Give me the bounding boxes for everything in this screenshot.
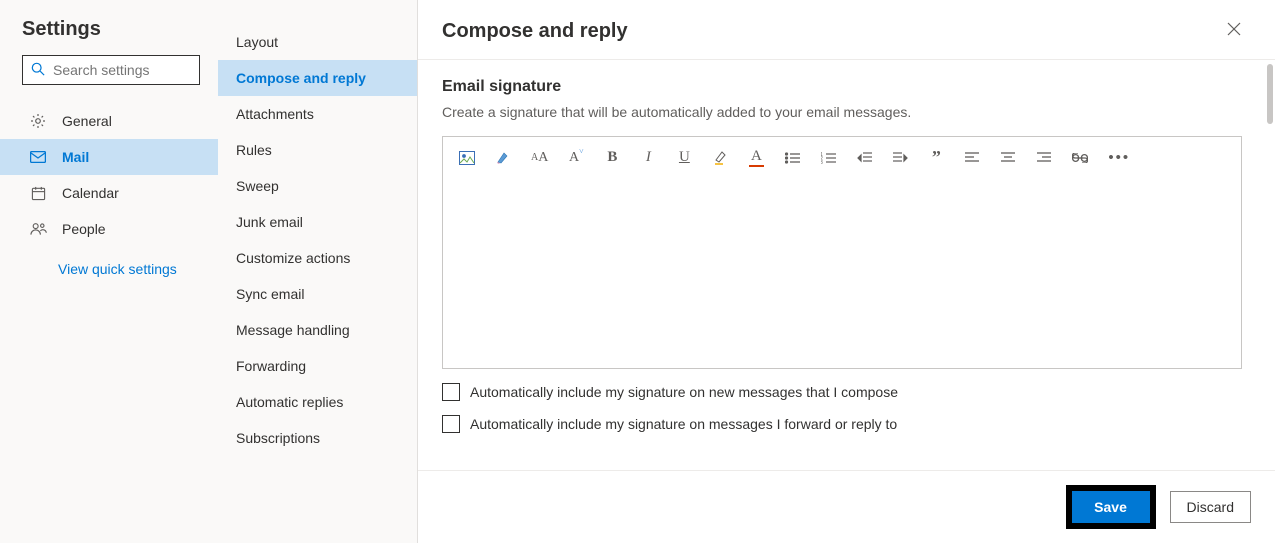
checkbox-new-messages-row: Automatically include my signature on ne…: [442, 383, 1247, 401]
settings-panel: Compose and reply Email signature Create…: [418, 0, 1275, 543]
checkbox-forward-reply[interactable]: [442, 415, 460, 433]
panel-header: Compose and reply: [418, 0, 1275, 60]
mail-subnav: Layout Compose and reply Attachments Rul…: [218, 0, 418, 543]
nav-calendar[interactable]: Calendar: [22, 175, 208, 211]
save-button[interactable]: Save: [1072, 491, 1150, 523]
nav-label: Calendar: [62, 185, 119, 201]
search-input[interactable]: [53, 62, 191, 78]
view-quick-settings-link[interactable]: View quick settings: [22, 261, 208, 277]
indent-icon[interactable]: [892, 152, 908, 164]
settings-heading: Settings: [22, 18, 208, 41]
subnav-junk-email[interactable]: Junk email: [218, 204, 417, 240]
subnav-rules[interactable]: Rules: [218, 132, 417, 168]
quote-icon[interactable]: ”: [928, 147, 944, 168]
formatting-icon[interactable]: [495, 150, 511, 166]
font-color-icon[interactable]: A: [748, 148, 764, 167]
section-title: Email signature: [442, 78, 1247, 96]
italic-icon[interactable]: I: [640, 149, 656, 166]
underline-icon[interactable]: U: [676, 149, 692, 166]
numbering-icon[interactable]: 123: [820, 152, 836, 164]
nav-label: Mail: [62, 149, 89, 165]
subnav-subscriptions[interactable]: Subscriptions: [218, 420, 417, 456]
subnav-customize-actions[interactable]: Customize actions: [218, 240, 417, 276]
align-right-icon[interactable]: [1036, 152, 1052, 164]
mail-icon: [28, 151, 48, 163]
more-icon[interactable]: •••: [1108, 149, 1130, 166]
gear-icon: [28, 113, 48, 129]
svg-text:3: 3: [821, 160, 823, 164]
subnav-attachments[interactable]: Attachments: [218, 96, 417, 132]
people-icon: [28, 222, 48, 236]
panel-title: Compose and reply: [442, 20, 628, 43]
link-icon[interactable]: [1072, 153, 1088, 163]
nav-mail[interactable]: Mail: [0, 139, 218, 175]
nav-general[interactable]: General: [22, 103, 208, 139]
align-center-icon[interactable]: [1000, 152, 1016, 164]
subnav-message-handling[interactable]: Message handling: [218, 312, 417, 348]
checkbox-forward-reply-row: Automatically include my signature on me…: [442, 415, 1247, 433]
subnav-layout[interactable]: Layout: [218, 24, 417, 60]
editor-toolbar: AA A˅ B I U A 123: [443, 137, 1241, 178]
section-description: Create a signature that will be automati…: [442, 104, 1247, 120]
checkbox-label: Automatically include my signature on me…: [470, 416, 897, 432]
close-icon[interactable]: [1223, 18, 1245, 45]
subnav-sync-email[interactable]: Sync email: [218, 276, 417, 312]
bold-icon[interactable]: B: [604, 149, 620, 166]
subnav-compose-reply[interactable]: Compose and reply: [218, 60, 417, 96]
subnav-automatic-replies[interactable]: Automatic replies: [218, 384, 417, 420]
subnav-sweep[interactable]: Sweep: [218, 168, 417, 204]
outdent-icon[interactable]: [856, 152, 872, 164]
settings-sidebar: Settings General Mail Calendar People Vi…: [0, 0, 218, 543]
subnav-forwarding[interactable]: Forwarding: [218, 348, 417, 384]
save-button-highlight: Save: [1066, 485, 1156, 529]
search-icon: [31, 62, 45, 79]
panel-body: Email signature Create a signature that …: [418, 60, 1275, 470]
signature-textarea[interactable]: [443, 178, 1241, 368]
calendar-icon: [28, 186, 48, 201]
nav-people[interactable]: People: [22, 211, 208, 247]
checkbox-label: Automatically include my signature on ne…: [470, 384, 898, 400]
panel-footer: Save Discard: [418, 470, 1275, 543]
insert-image-icon[interactable]: [459, 151, 475, 165]
align-left-icon[interactable]: [964, 152, 980, 164]
font-size-icon[interactable]: A˅: [568, 150, 584, 166]
nav-label: General: [62, 113, 112, 129]
highlight-icon[interactable]: [712, 150, 728, 166]
search-settings[interactable]: [22, 55, 200, 85]
checkbox-new-messages[interactable]: [442, 383, 460, 401]
signature-editor: AA A˅ B I U A 123: [442, 136, 1242, 369]
font-case-icon[interactable]: AA: [531, 150, 548, 166]
discard-button[interactable]: Discard: [1170, 491, 1251, 523]
nav-label: People: [62, 221, 106, 237]
bullets-icon[interactable]: [784, 152, 800, 164]
